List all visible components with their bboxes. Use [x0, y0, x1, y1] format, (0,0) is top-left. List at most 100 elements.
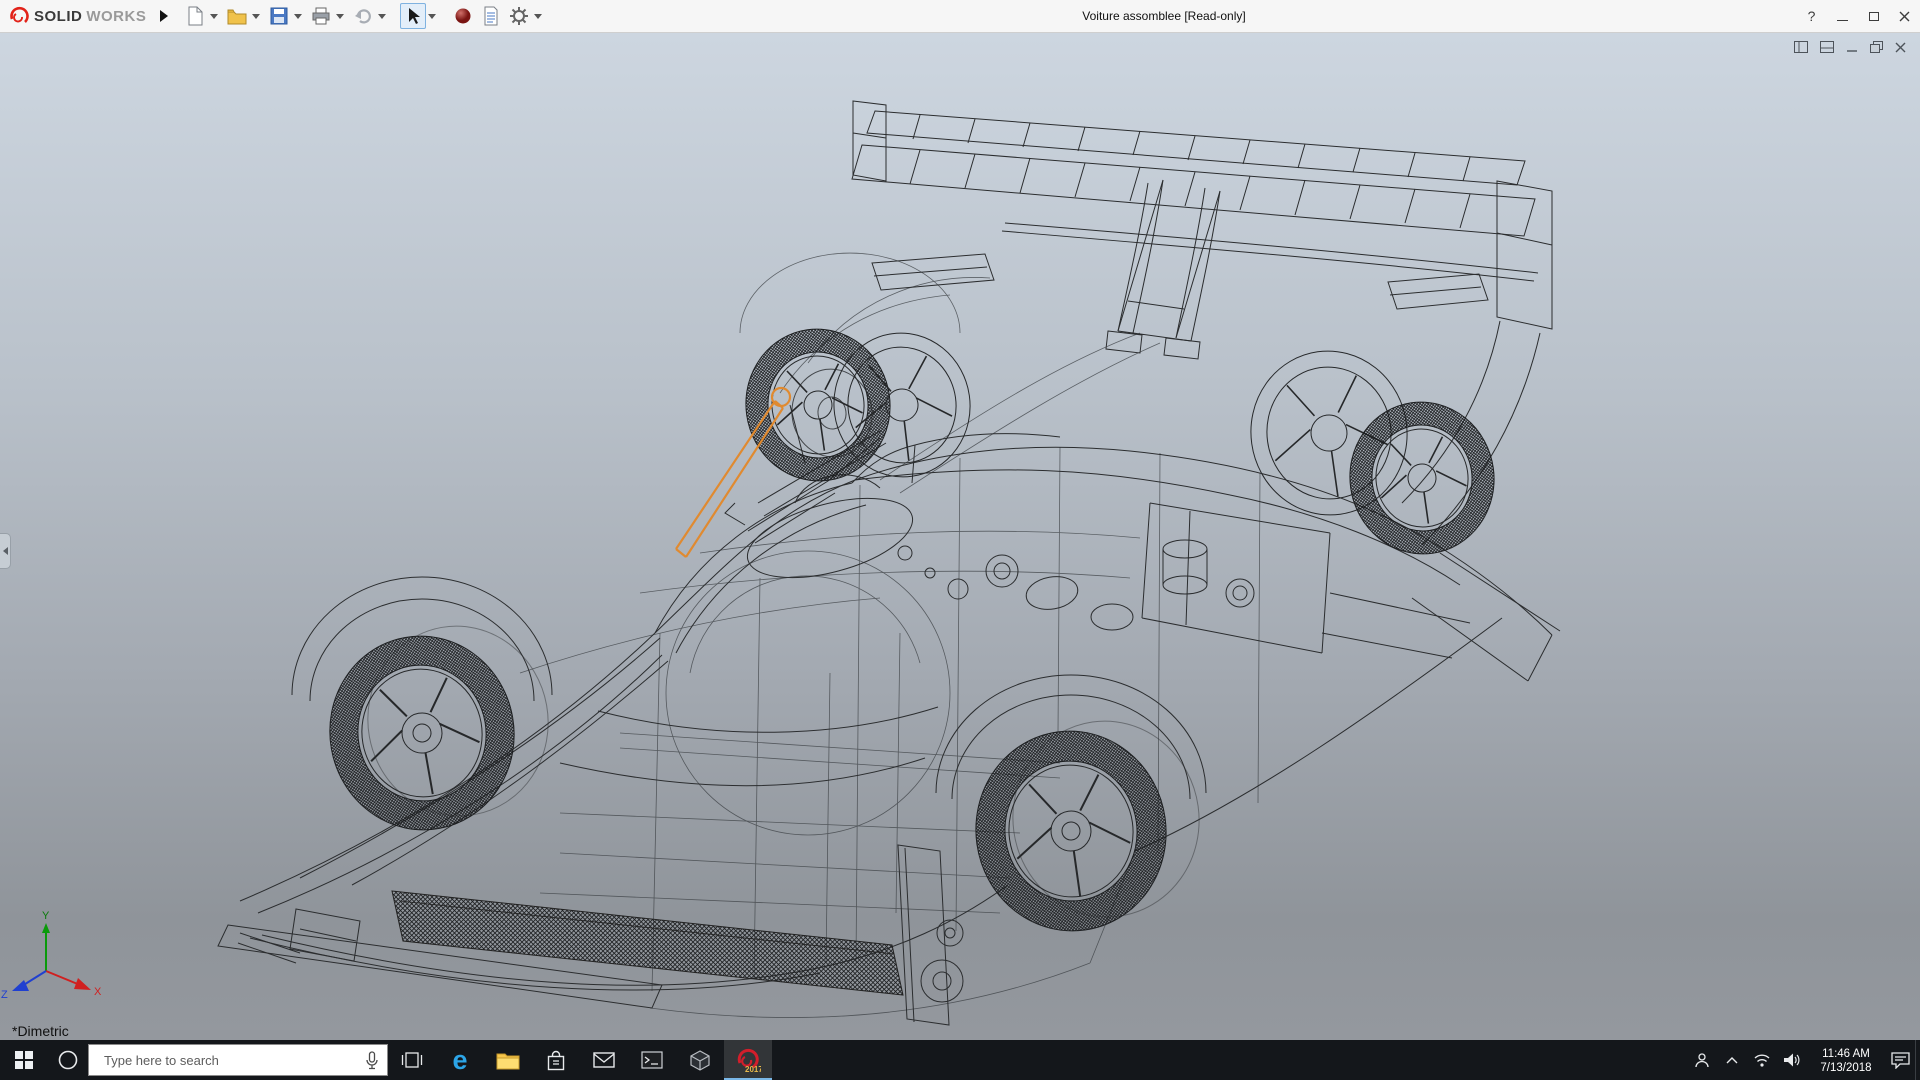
solidworks-2017-button[interactable]: 2017 [724, 1040, 772, 1080]
graphics-viewport[interactable]: Y X Z [0, 33, 1920, 1040]
task-view-icon [401, 1051, 423, 1069]
file-explorer-button[interactable] [484, 1040, 532, 1080]
wheel-rear-right[interactable] [1240, 341, 1504, 563]
orientation-triad: Y X Z [1, 910, 102, 1001]
print-button[interactable] [308, 3, 334, 29]
system-tray: 11:46 AM 7/13/2018 [1687, 1040, 1920, 1080]
select-arrow-button[interactable] [400, 3, 426, 29]
split-pane-vertical-button[interactable] [1794, 41, 1808, 53]
solidworks-logo-icon [8, 5, 30, 27]
mail-button[interactable] [580, 1040, 628, 1080]
doc-close-button[interactable] [1895, 42, 1906, 53]
triad-y-label: Y [42, 910, 50, 922]
people-icon [1693, 1051, 1711, 1069]
new-document-icon [186, 6, 204, 26]
store-button[interactable] [532, 1040, 580, 1080]
task-view-button[interactable] [388, 1040, 436, 1080]
options-gear-icon [509, 6, 529, 26]
doc-restore-button[interactable] [1870, 41, 1883, 53]
action-center-button[interactable] [1885, 1040, 1915, 1080]
solidworks-year-label: 2017 [745, 1065, 761, 1073]
collapse-arrow-icon [3, 547, 8, 555]
split-pane-vertical-icon [1794, 41, 1808, 53]
doc-minimize-icon [1846, 41, 1858, 53]
save-floppy-icon [270, 7, 288, 25]
window-title: Voiture assomblee [Read-only] [1082, 9, 1245, 23]
people-button[interactable] [1687, 1040, 1717, 1080]
undo-button[interactable] [350, 3, 376, 29]
menu-expand-arrow[interactable] [160, 10, 168, 22]
wifi-icon [1753, 1052, 1771, 1068]
options-dropdown[interactable] [534, 14, 542, 23]
doc-minimize-button[interactable] [1846, 41, 1858, 53]
maximize-button[interactable] [1858, 0, 1889, 33]
minimize-icon [1837, 20, 1848, 21]
chevron-up-icon [1725, 1055, 1739, 1065]
select-cursor-icon [404, 6, 422, 26]
close-button[interactable] [1889, 0, 1920, 33]
clock-time: 11:46 AM [1807, 1047, 1885, 1061]
show-desktop-button[interactable] [1915, 1040, 1920, 1080]
save-button[interactable] [266, 3, 292, 29]
file-explorer-icon [496, 1051, 520, 1070]
undo-dropdown[interactable] [378, 14, 386, 23]
new-document-button[interactable] [182, 3, 208, 29]
mail-envelope-icon [593, 1052, 615, 1068]
wheel-front-left[interactable] [315, 612, 564, 845]
store-bag-icon [546, 1050, 566, 1071]
open-dropdown[interactable] [252, 14, 260, 23]
doc-close-icon [1895, 42, 1906, 53]
open-folder-icon [227, 7, 247, 25]
solidworks-logo: SOLIDWORKS [0, 5, 156, 27]
split-pane-horizontal-icon [1820, 41, 1834, 53]
save-dropdown[interactable] [294, 14, 302, 23]
select-dropdown[interactable] [428, 14, 436, 23]
volume-button[interactable] [1777, 1040, 1807, 1080]
panel-collapse-tab[interactable] [0, 533, 11, 569]
new-document-dropdown[interactable] [210, 14, 218, 23]
view-orientation-label: *Dimetric [12, 1023, 69, 1039]
help-button[interactable]: ? [1796, 0, 1827, 33]
taskbar-clock[interactable]: 11:46 AM 7/13/2018 [1807, 1046, 1885, 1075]
triad-z-label: Z [1, 989, 8, 1001]
cortana-circle-icon [57, 1049, 79, 1071]
undo-icon [353, 7, 373, 25]
file-properties-icon [483, 6, 499, 26]
taskbar-search[interactable] [88, 1044, 388, 1076]
solidworks-2017-icon: 2017 [735, 1047, 761, 1073]
logo-text-works: WORKS [86, 8, 146, 25]
wheel-rear-left[interactable] [963, 709, 1212, 943]
network-button[interactable] [1747, 1040, 1777, 1080]
help-glyph: ? [1808, 8, 1816, 24]
wireframe-car-scene[interactable]: Y X Z [0, 33, 1920, 1040]
rebuild-sphere-icon [454, 7, 472, 25]
cube-app-button[interactable] [676, 1040, 724, 1080]
options-button[interactable] [506, 3, 532, 29]
cube-app-icon [690, 1050, 710, 1071]
rear-wing[interactable] [852, 101, 1552, 359]
search-input[interactable] [102, 1052, 357, 1069]
windows-taskbar: e 2017 [0, 1040, 1920, 1080]
doc-restore-icon [1870, 41, 1883, 53]
logo-text-solid: SOLID [34, 8, 82, 25]
edge-icon: e [452, 1047, 467, 1074]
start-button[interactable] [0, 1040, 48, 1080]
rebuild-button[interactable] [450, 3, 476, 29]
split-pane-horizontal-button[interactable] [1820, 41, 1834, 53]
car-internal-structure[interactable] [520, 253, 1260, 1017]
clock-date: 7/13/2018 [1807, 1061, 1885, 1075]
cortana-button[interactable] [48, 1040, 88, 1080]
microphone-icon[interactable] [365, 1051, 379, 1070]
minimize-button[interactable] [1827, 0, 1858, 33]
hidden-icons-button[interactable] [1717, 1040, 1747, 1080]
document-window-controls [1794, 41, 1906, 53]
open-button[interactable] [224, 3, 250, 29]
triad-x-label: X [94, 986, 102, 998]
action-center-icon [1891, 1052, 1910, 1069]
print-dropdown[interactable] [336, 14, 344, 23]
terminal-icon [641, 1051, 663, 1069]
terminal-app-button[interactable] [628, 1040, 676, 1080]
close-icon [1899, 11, 1910, 22]
file-properties-button[interactable] [478, 3, 504, 29]
edge-browser-button[interactable]: e [436, 1040, 484, 1080]
